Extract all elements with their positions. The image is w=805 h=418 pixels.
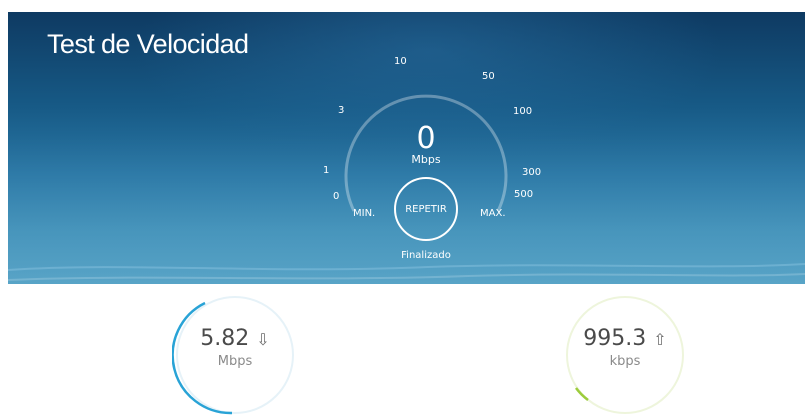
gauge-tick-label: 10 — [394, 56, 407, 67]
download-unit: Mbps — [217, 354, 253, 369]
upload-unit: kbps — [609, 354, 641, 369]
download-value-line: 5.82 ⇩ — [172, 326, 298, 351]
download-value: 5.82 — [200, 326, 250, 351]
current-speed-unit: Mbps — [411, 153, 441, 166]
download-arrow-icon: ⇩ — [256, 330, 270, 349]
gauge-tick-label: 50 — [482, 71, 495, 82]
gauge-tick-label: 500 — [514, 189, 534, 200]
gauge-tick-label: 3 — [338, 105, 345, 116]
upload-arrow-icon: ⇧ — [653, 330, 667, 349]
repeat-test-button[interactable]: REPETIR — [394, 177, 458, 241]
current-speed-value: 0 — [416, 121, 436, 156]
gauge-tick-label: 0 — [333, 191, 340, 202]
test-status: Finalizado — [401, 250, 451, 261]
gauge-tick-label: 300 — [522, 167, 542, 178]
upload-result: 995.3 ⇧ kbps — [562, 292, 688, 418]
gauge-tick-label: 1 — [323, 165, 330, 176]
speedtest-hero: Test de Velocidad 0 1 3 10 50 100 300 50… — [8, 12, 805, 284]
gauge-min-label: MIN. — [353, 208, 376, 219]
gauge-max-label: MAX. — [480, 208, 506, 219]
upload-value: 995.3 — [583, 326, 647, 351]
gauge-tick-label: 100 — [513, 106, 533, 117]
upload-value-line: 995.3 ⇧ — [562, 326, 688, 351]
download-result: 5.82 ⇩ Mbps — [172, 292, 298, 418]
upload-progress-arc — [574, 387, 589, 402]
